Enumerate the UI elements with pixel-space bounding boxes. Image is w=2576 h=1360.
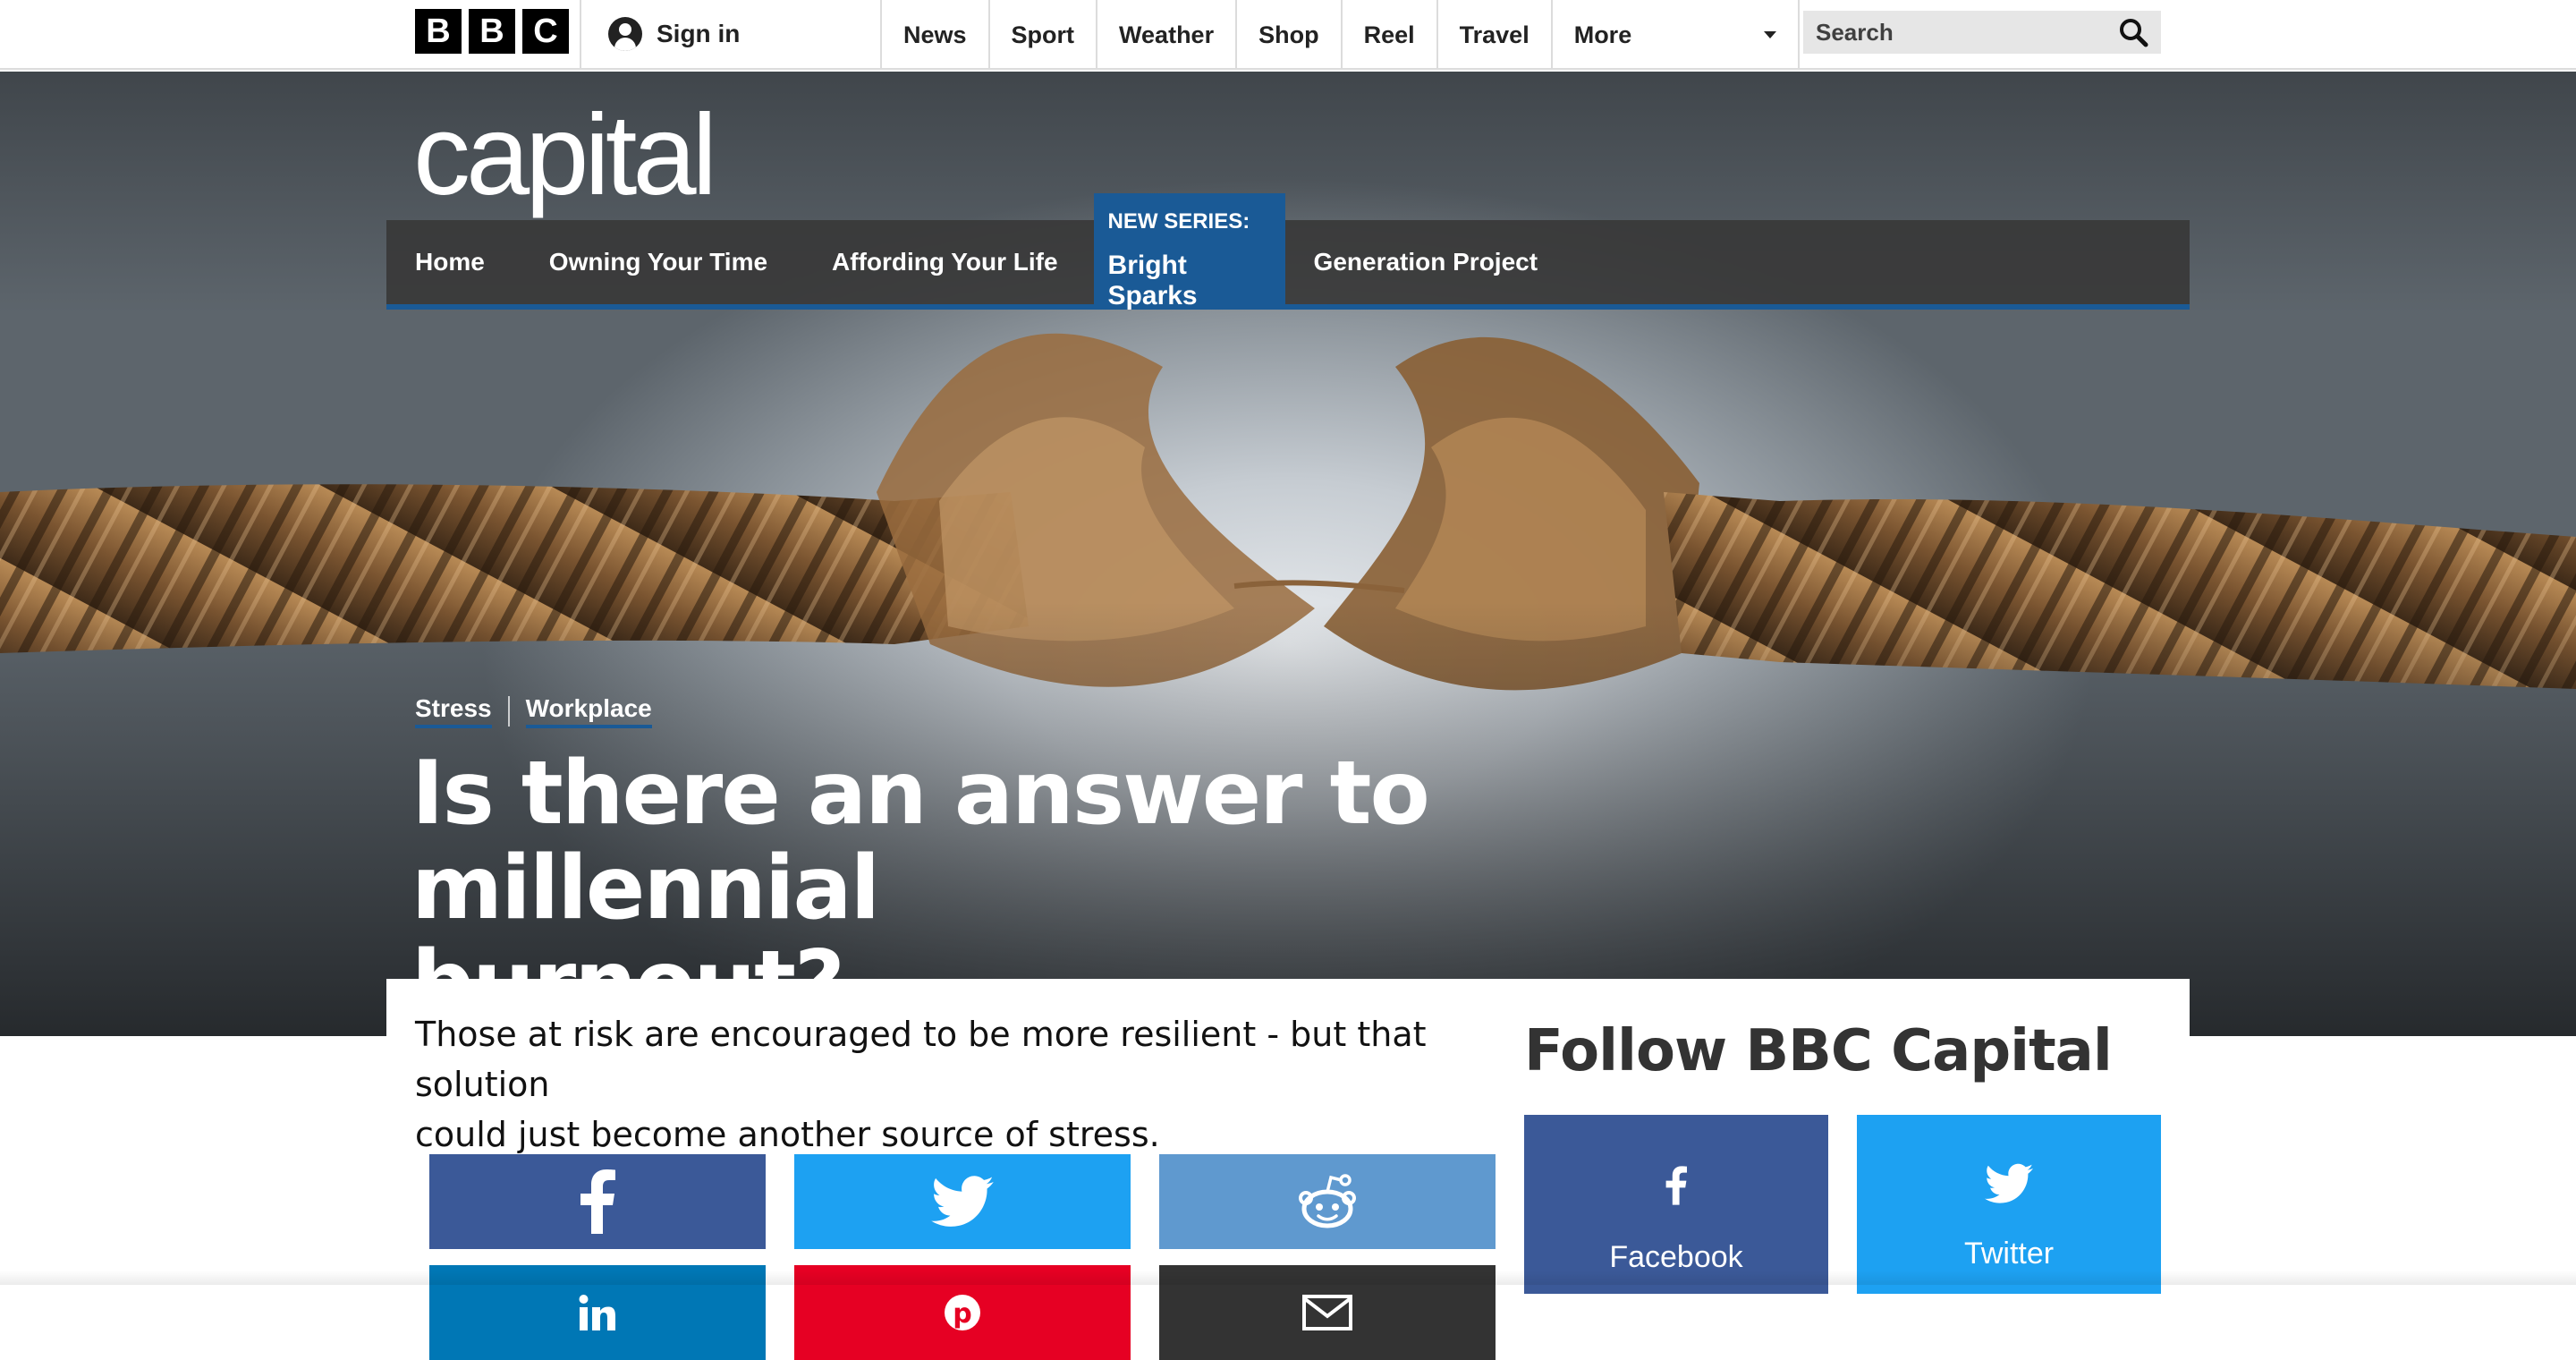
page-fold-shadow xyxy=(0,1271,2576,1285)
headline-line: Is there an answer to millennial xyxy=(411,743,1430,939)
follow-twitter-label: Twitter xyxy=(1963,1237,2055,1271)
section-nav-new-series[interactable]: NEW SERIES: Bright Sparks xyxy=(1093,193,1285,310)
summary-line: could just become another source of stre… xyxy=(415,1115,1160,1154)
section-nav-home[interactable]: Home xyxy=(415,248,485,276)
tag-separator xyxy=(507,696,510,727)
bbc-top-bar: B B C Sign in News Sport Weather Shop Re… xyxy=(0,0,2576,70)
user-icon xyxy=(608,17,642,51)
new-series-title: Bright Sparks xyxy=(1107,251,1198,310)
chevron-down-icon xyxy=(1763,31,1776,38)
nav-reel[interactable]: Reel xyxy=(1340,0,1436,70)
follow-twitter-card[interactable]: Twitter xyxy=(1857,1115,2161,1294)
search-input[interactable] xyxy=(1816,18,2102,47)
follow-heading: Follow BBC Capital xyxy=(1524,1018,2113,1084)
article-summary: Those at risk are encouraged to be more … xyxy=(415,1009,1497,1160)
nav-weather[interactable]: Weather xyxy=(1096,0,1235,70)
email-icon xyxy=(1302,1295,1352,1330)
sign-in-link[interactable]: Sign in xyxy=(608,14,740,54)
search-box[interactable] xyxy=(1803,11,2161,54)
search-icon[interactable] xyxy=(2118,17,2148,47)
tag-workplace[interactable]: Workplace xyxy=(525,694,652,728)
global-nav: News Sport Weather Shop Reel Travel More xyxy=(880,0,1800,70)
nav-travel[interactable]: Travel xyxy=(1436,0,1551,70)
follow-facebook-card[interactable]: Facebook xyxy=(1524,1115,1828,1294)
section-nav: Home Owning Your Time Affording Your Lif… xyxy=(386,193,2190,310)
facebook-icon xyxy=(580,1169,615,1234)
capital-logo[interactable]: capital xyxy=(413,98,717,213)
nav-more-label: More xyxy=(1573,21,1632,48)
twitter-icon xyxy=(1985,1163,2033,1203)
facebook-icon xyxy=(1665,1166,1687,1205)
summary-line: Those at risk are encouraged to be more … xyxy=(415,1015,1427,1104)
share-reddit-button[interactable] xyxy=(1159,1154,1496,1249)
new-series-kicker: NEW SERIES: xyxy=(1107,209,1250,234)
bbc-logo-letter: B xyxy=(469,9,515,54)
bbc-logo-letter: B xyxy=(415,9,462,54)
article-content: Those at risk are encouraged to be more … xyxy=(386,979,2190,1360)
reddit-icon xyxy=(1299,1174,1356,1228)
bbc-logo[interactable]: B B C xyxy=(415,9,569,54)
share-twitter-button[interactable] xyxy=(794,1154,1131,1249)
sign-in-label: Sign in xyxy=(657,20,741,47)
share-facebook-button[interactable] xyxy=(429,1154,766,1249)
linkedin-icon xyxy=(579,1295,615,1330)
nav-more-dropdown[interactable]: More xyxy=(1550,0,1800,70)
section-nav-generation-project[interactable]: Generation Project xyxy=(1314,248,1538,276)
bbc-logo-letter: C xyxy=(522,9,569,54)
section-nav-affording-your-life[interactable]: Affording Your Life xyxy=(832,248,1058,276)
nav-news[interactable]: News xyxy=(880,0,988,70)
svg-text:p: p xyxy=(953,1298,971,1330)
pinterest-icon: p xyxy=(945,1295,980,1330)
nav-sport[interactable]: Sport xyxy=(987,0,1097,70)
article-tags: Stress Workplace xyxy=(415,694,652,728)
nav-shop[interactable]: Shop xyxy=(1235,0,1341,70)
topbar-divider xyxy=(580,0,581,70)
section-nav-owning-your-time[interactable]: Owning Your Time xyxy=(549,248,767,276)
tag-stress[interactable]: Stress xyxy=(415,694,492,728)
twitter-icon xyxy=(931,1176,994,1227)
